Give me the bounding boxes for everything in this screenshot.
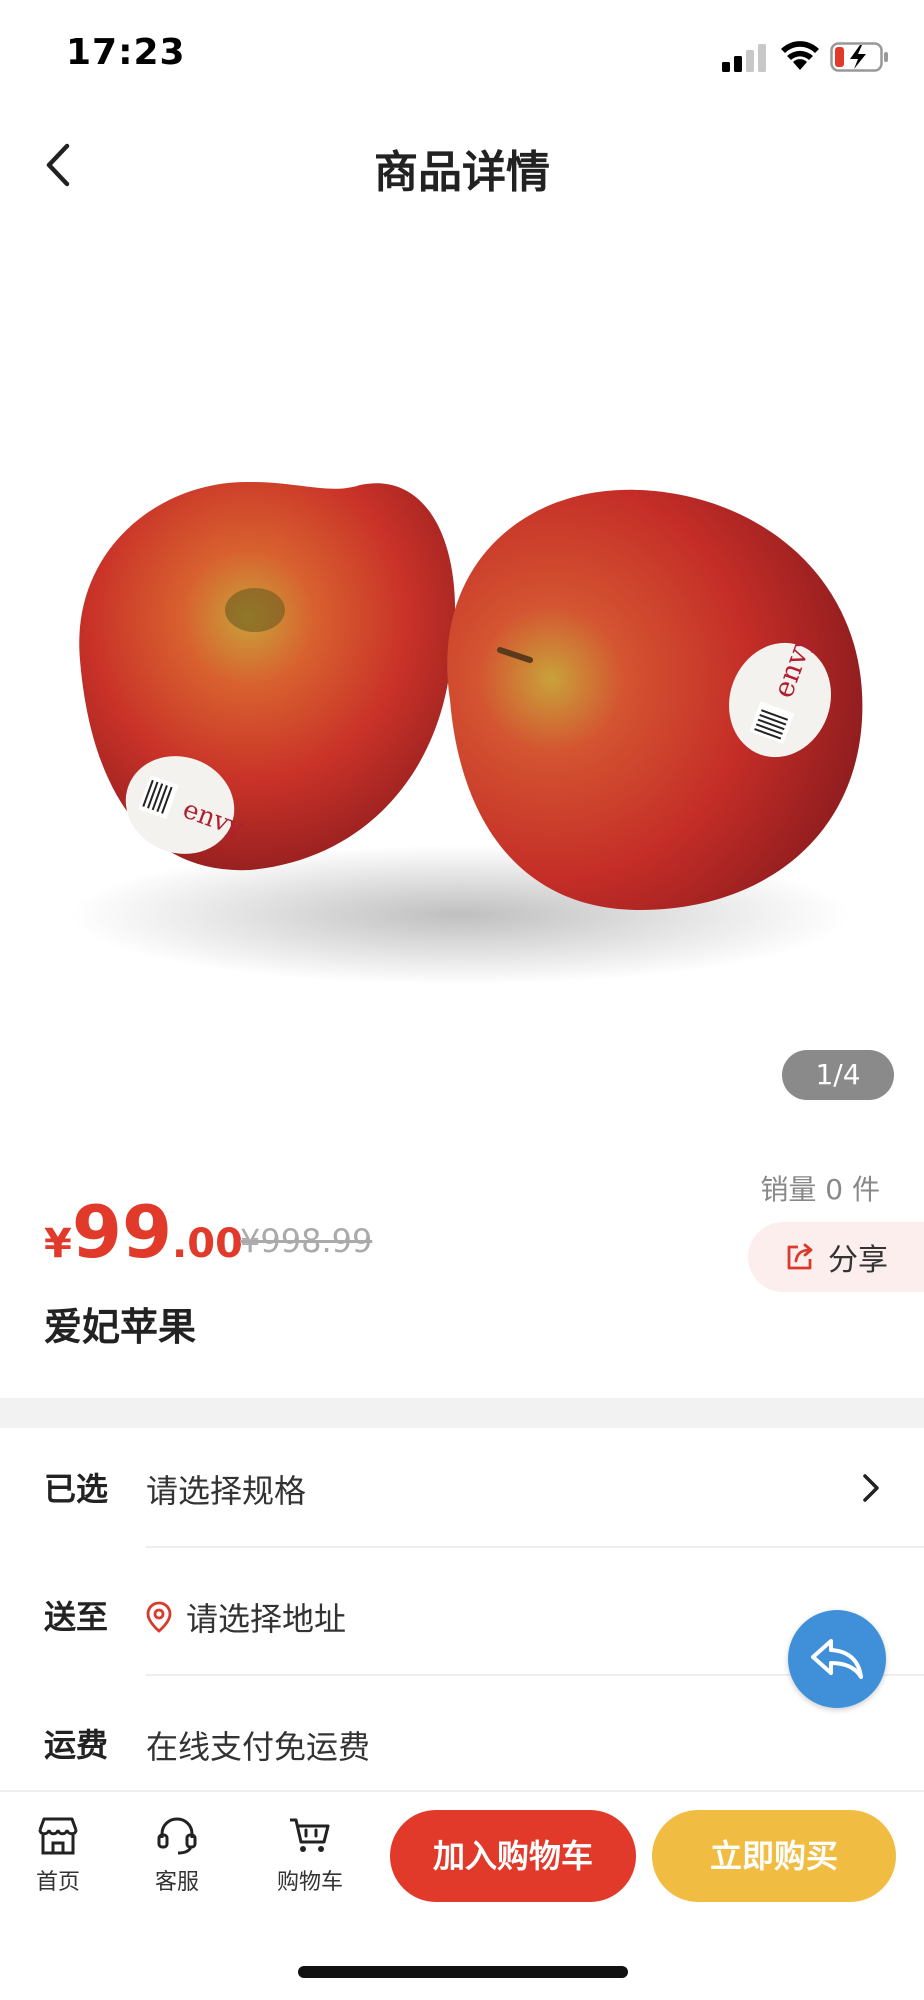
page-title: 商品详情: [374, 147, 550, 198]
home-indicator: [298, 1966, 628, 1978]
reply-icon: [811, 1639, 863, 1679]
share-label: 分享: [828, 1243, 888, 1278]
add-to-cart-button[interactable]: 加入购物车: [390, 1810, 636, 1902]
battery-icon: [830, 42, 888, 72]
tab-cart[interactable]: 购物车: [270, 1816, 350, 1896]
tab-customer-service[interactable]: 客服: [137, 1816, 217, 1896]
section-divider: [0, 1398, 924, 1428]
share-button[interactable]: 分享: [748, 1222, 924, 1292]
share-icon: [787, 1243, 813, 1270]
location-pin-icon: [146, 1601, 172, 1633]
chevron-right-icon: [863, 1474, 879, 1502]
image-page-indicator: 1/4: [782, 1050, 894, 1100]
reply-fab[interactable]: [788, 1610, 886, 1708]
signal-icon: [722, 44, 766, 72]
buy-now-button[interactable]: 立即购买: [652, 1810, 896, 1902]
shipping-label: 运费: [44, 1726, 109, 1764]
product-name: 爱妃苹果: [44, 1305, 197, 1349]
wifi-icon: [781, 41, 819, 70]
tab-home-label: 首页: [35, 1870, 80, 1895]
product-photo: envy envy: [70, 481, 863, 985]
ship-to-value: 请选择地址: [186, 1600, 347, 1638]
price-decimal: .00: [172, 1221, 243, 1267]
headset-icon: [157, 1817, 197, 1855]
status-time: 17:23: [66, 32, 186, 73]
shipping-fee-row: 运费 在线支付免运费: [0, 1684, 924, 1804]
spec-label: 已选: [44, 1470, 109, 1508]
shipping-value: 在线支付免运费: [146, 1728, 371, 1766]
address-selector-row[interactable]: 送至 请选择地址: [0, 1556, 924, 1676]
spec-selector-row[interactable]: 已选 请选择规格: [0, 1428, 924, 1548]
price-integer: 99: [71, 1190, 173, 1274]
spec-value: 请选择规格: [146, 1472, 307, 1510]
tab-service-label: 客服: [154, 1870, 199, 1895]
status-bar: 17:23: [0, 0, 924, 110]
row-divider: [146, 1546, 924, 1548]
ship-to-label: 送至: [44, 1598, 109, 1636]
tab-home[interactable]: 首页: [18, 1816, 98, 1896]
address-value: 请选择地址: [146, 1594, 346, 1640]
nav-bar: 商品详情: [0, 110, 924, 220]
store-icon: [38, 1817, 78, 1855]
price-symbol: ¥: [44, 1221, 72, 1267]
cart-icon: [290, 1818, 330, 1852]
original-price: ¥998.99: [240, 1222, 373, 1260]
sales-count: 销量 0 件: [760, 1173, 880, 1206]
tab-cart-label: 购物车: [276, 1870, 343, 1895]
current-price: ¥99.00: [44, 1190, 243, 1274]
product-image-carousel[interactable]: envy envy: [0, 220, 924, 1120]
